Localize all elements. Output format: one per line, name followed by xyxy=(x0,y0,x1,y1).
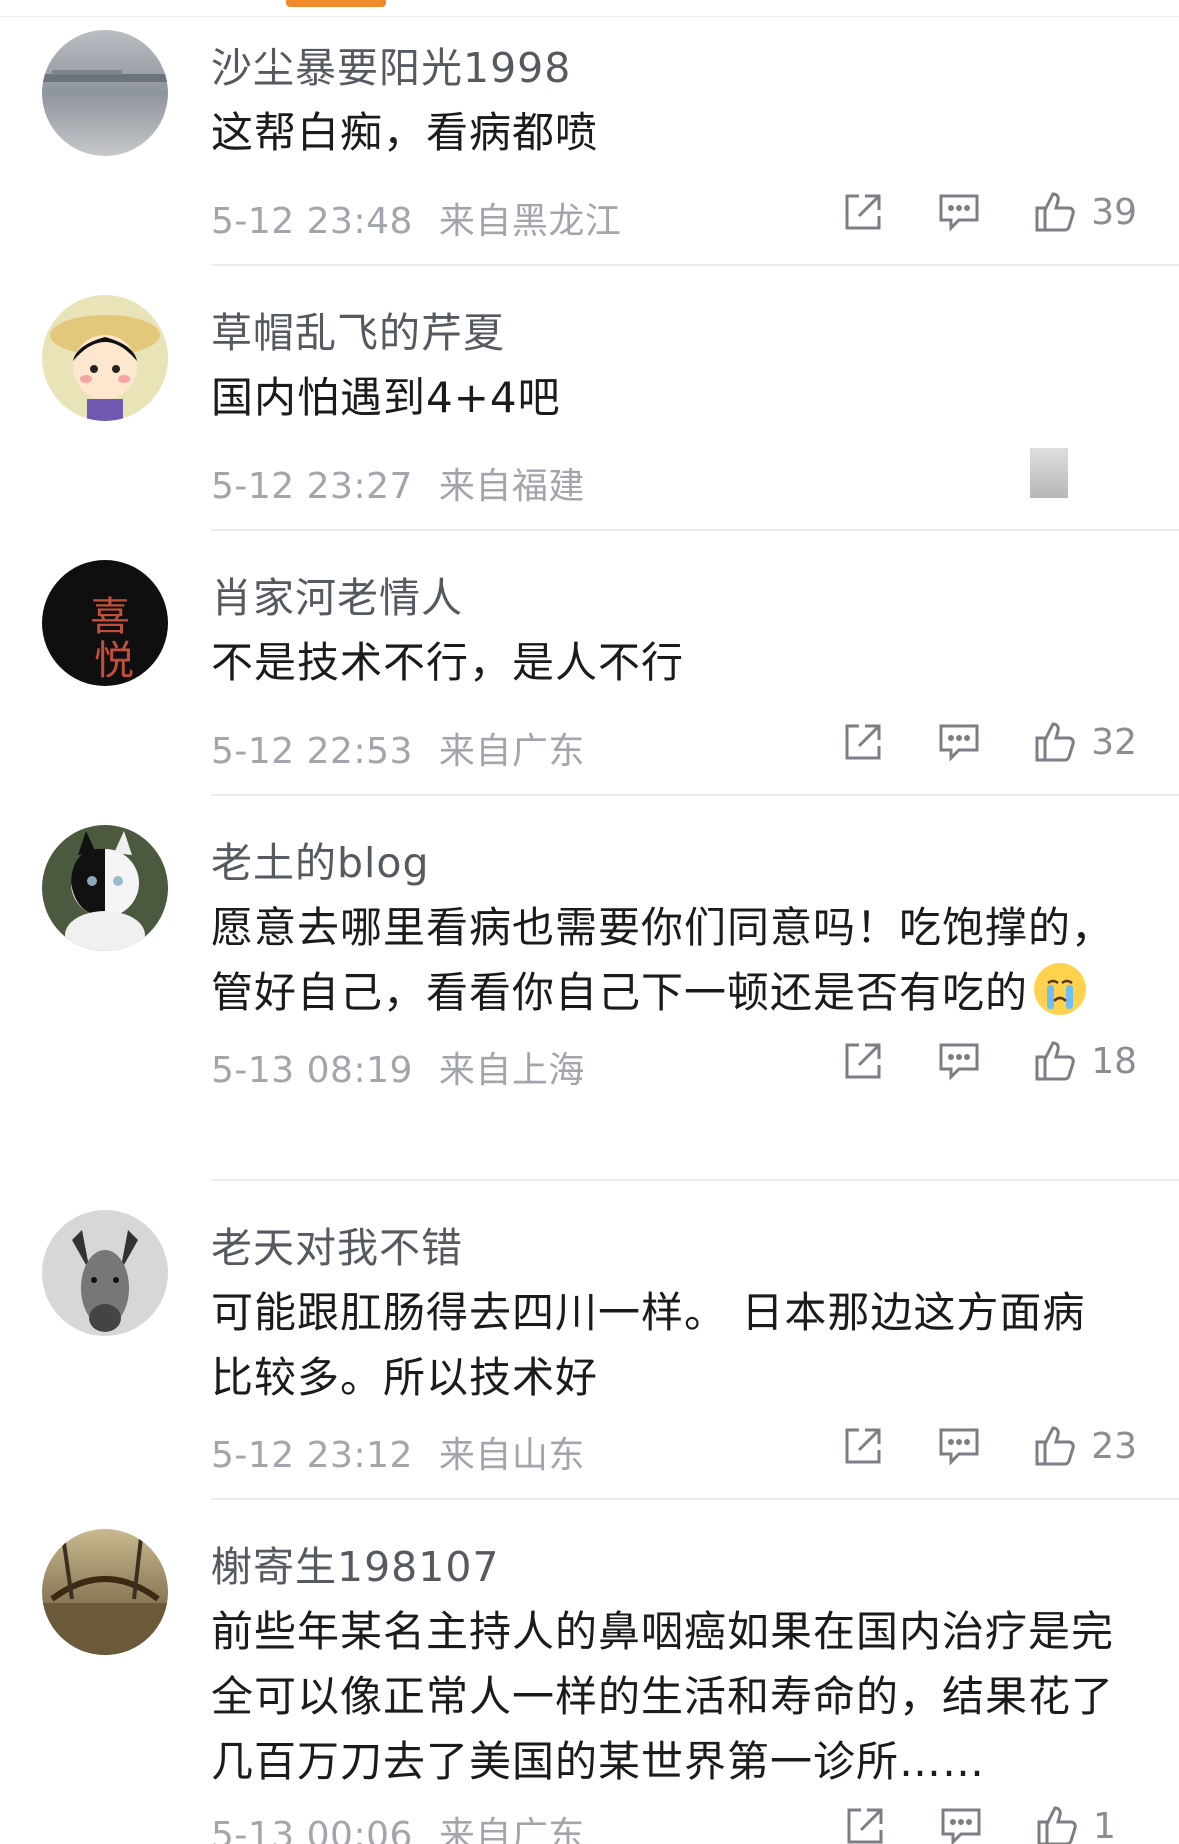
comment-text-content: 愿意去哪里看病也需要你们同意吗！吃饱撑的，管好自己，看看你自己下一顿还是否有吃的 xyxy=(211,903,1115,1017)
comment-icon xyxy=(941,1808,981,1844)
comment-icon xyxy=(939,194,979,232)
like-count: 1 xyxy=(1093,1805,1116,1844)
username[interactable]: 老土的blog xyxy=(211,829,430,889)
comment-text: 前些年某名主持人的鼻咽癌如果在国内治疗是完全可以像正常人一样的生活和寿命的，结果… xyxy=(211,1607,1115,1786)
like-button[interactable]: 18 xyxy=(1031,1037,1137,1085)
share-icon xyxy=(847,1808,883,1844)
comment-text: 可能跟肛肠得去四川一样。 日本那边这方面病比较多。所以技术好 xyxy=(211,1288,1086,1402)
comment-meta: 5-12 23:27 来自福建 xyxy=(211,457,585,509)
svg-text:悦: 悦 xyxy=(94,638,134,684)
comment-time: 5-13 08:19 xyxy=(211,1050,413,1091)
comment-divider xyxy=(211,1179,1179,1181)
thumbs-up-icon xyxy=(1035,1041,1075,1081)
reply-button[interactable] xyxy=(935,1037,983,1085)
comment-divider xyxy=(211,794,1179,796)
comment-location: 来自福建 xyxy=(438,466,585,507)
obscured-actions xyxy=(1030,448,1068,498)
comment-actions: 18 xyxy=(791,1036,1137,1086)
avatar[interactable] xyxy=(42,1210,168,1336)
comment-time: 5-13 00:06 xyxy=(211,1815,413,1844)
like-count: 23 xyxy=(1091,1425,1137,1467)
comment-location: 来自广东 xyxy=(438,731,585,772)
like-button[interactable]: 23 xyxy=(1031,1422,1137,1470)
comment-meta: 5-12 23:48 来自黑龙江 xyxy=(211,192,621,244)
comment-text: 这帮白痴，看病都喷 xyxy=(211,108,599,157)
comment-time: 5-12 23:27 xyxy=(211,466,413,507)
share-button[interactable] xyxy=(841,1802,889,1844)
username[interactable]: 沙尘暴要阳光1998 xyxy=(211,34,571,94)
comment-time: 5-12 23:12 xyxy=(211,1435,413,1476)
share-icon xyxy=(845,194,881,230)
share-icon xyxy=(845,1428,881,1464)
username[interactable]: 榭寄生198107 xyxy=(211,1533,500,1593)
comment-divider xyxy=(211,264,1179,266)
like-button[interactable]: 39 xyxy=(1031,188,1137,236)
like-button[interactable]: 32 xyxy=(1031,718,1137,766)
like-count: 18 xyxy=(1091,1040,1137,1082)
comment-meta: 5-13 08:19 来自上海 xyxy=(211,1041,585,1093)
comment-text: 国内怕遇到4+4吧 xyxy=(211,373,561,422)
comment-actions: 39 xyxy=(791,187,1137,237)
active-tab-indicator xyxy=(286,0,386,7)
reply-button[interactable] xyxy=(937,1802,985,1844)
share-icon xyxy=(845,1043,881,1079)
avatar[interactable] xyxy=(42,1529,168,1655)
username[interactable]: 肖家河老情人 xyxy=(211,564,463,624)
comment-meta: 5-12 22:53 来自广东 xyxy=(211,722,585,774)
comment-icon xyxy=(939,1428,979,1466)
share-icon xyxy=(845,724,881,760)
comment-icon xyxy=(939,724,979,762)
avatar[interactable] xyxy=(42,825,168,951)
thumbs-up-icon xyxy=(1035,722,1075,762)
comment-location: 来自广东 xyxy=(438,1815,585,1844)
avatar[interactable] xyxy=(42,30,168,156)
like-count: 39 xyxy=(1091,191,1137,233)
crying-face-emoji xyxy=(1034,963,1087,1015)
comment-meta: 5-12 23:12 来自山东 xyxy=(211,1426,585,1478)
comment-actions: 23 xyxy=(791,1421,1137,1471)
comment-location: 来自山东 xyxy=(438,1435,585,1476)
reply-button[interactable] xyxy=(935,1422,983,1470)
reply-button[interactable] xyxy=(935,188,983,236)
avatar[interactable]: 喜悦 xyxy=(42,560,168,686)
comment-location: 来自上海 xyxy=(438,1050,585,1091)
like-count: 32 xyxy=(1091,721,1137,763)
share-button[interactable] xyxy=(839,718,887,766)
thumbs-up-icon xyxy=(1035,192,1075,232)
comment-text: 不是技术不行，是人不行 xyxy=(211,638,685,687)
comment-time: 5-12 22:53 xyxy=(211,731,413,772)
username[interactable]: 老天对我不错 xyxy=(211,1214,463,1274)
avatar[interactable] xyxy=(42,295,168,421)
share-button[interactable] xyxy=(839,188,887,236)
comment-meta: 5-13 00:06 来自广东 xyxy=(211,1806,585,1844)
comment-time: 5-12 23:48 xyxy=(211,201,413,242)
comment-location: 来自黑龙江 xyxy=(438,201,622,242)
top-divider xyxy=(0,16,1179,17)
username[interactable]: 草帽乱飞的芹夏 xyxy=(211,299,505,359)
comment-icon xyxy=(939,1043,979,1081)
comment-text: 愿意去哪里看病也需要你们同意吗！吃饱撑的，管好自己，看看你自己下一顿还是否有吃的 xyxy=(211,895,1126,1025)
comment-actions: 1 xyxy=(793,1801,1137,1844)
share-button[interactable] xyxy=(839,1037,887,1085)
like-button[interactable]: 1 xyxy=(1033,1802,1137,1844)
svg-text:喜: 喜 xyxy=(90,594,130,640)
reply-button[interactable] xyxy=(935,718,983,766)
thumbs-up-icon xyxy=(1037,1806,1077,1844)
comment-divider xyxy=(211,529,1179,531)
share-button[interactable] xyxy=(839,1422,887,1470)
comment-actions: 32 xyxy=(791,717,1137,767)
thumbs-up-icon xyxy=(1035,1426,1075,1466)
comment-divider xyxy=(211,1498,1179,1500)
comment-feed: 沙尘暴要阳光1998 这帮白痴，看病都喷 5-12 23:48 来自黑龙江 39… xyxy=(0,0,1179,1844)
